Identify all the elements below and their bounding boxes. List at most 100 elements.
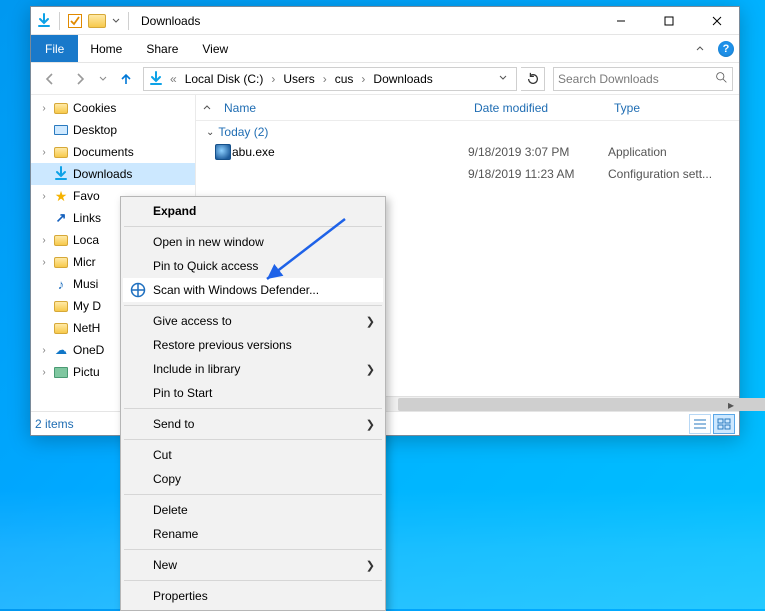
tree-item-label: Pictu [73,365,100,379]
column-date[interactable]: Date modified [468,101,608,115]
folder-icon [53,100,69,116]
sort-indicator-icon[interactable] [196,103,218,113]
tree-item-label: Documents [73,145,134,159]
ctx-pin-start[interactable]: Pin to Start [123,381,383,405]
ctx-delete[interactable]: Delete [123,498,383,522]
breadcrumb[interactable]: Users [281,72,316,86]
scroll-thumb[interactable] [398,398,765,411]
titlebar-folder-icon [88,12,106,30]
ctx-rename[interactable]: Rename [123,522,383,546]
maximize-button[interactable] [647,7,691,35]
quick-access-checkbox-icon[interactable] [66,12,84,30]
history-dropdown-button[interactable] [97,75,109,83]
collapse-icon[interactable]: ⌄ [206,127,214,138]
ctx-expand[interactable]: Expand [123,199,383,223]
ctx-copy[interactable]: Copy [123,467,383,491]
tree-item-desktop[interactable]: Desktop [31,119,195,141]
exe-icon [214,144,232,160]
expand-icon[interactable]: › [39,103,49,114]
address-dropdown-button[interactable] [494,72,512,86]
breadcrumb[interactable]: cus [333,72,356,86]
navigation-bar: « Local Disk (C:) › Users › cus › Downlo… [31,63,739,95]
file-row[interactable]: 9/18/2019 11:23 AM Configuration sett... [196,163,739,185]
context-menu: Expand Open in new window Pin to Quick a… [120,196,386,611]
ctx-send-to[interactable]: Send to❯ [123,412,383,436]
tree-item-documents[interactable]: › Documents [31,141,195,163]
quick-access-download-icon[interactable] [35,12,53,30]
expand-icon[interactable]: › [39,235,49,246]
column-label: Name [224,101,256,115]
tab-home[interactable]: Home [78,35,134,62]
titlebar: Downloads [31,7,739,35]
menu-separator [124,494,382,495]
ctx-label: Send to [153,417,194,431]
help-icon: ? [718,41,734,57]
expand-icon[interactable]: › [39,257,49,268]
picture-icon [53,364,69,380]
menu-separator [124,549,382,550]
address-bar[interactable]: « Local Disk (C:) › Users › cus › Downlo… [143,67,517,91]
expand-icon[interactable]: › [39,147,49,158]
quick-access-dropdown-icon[interactable] [110,12,122,30]
ctx-properties[interactable]: Properties [123,584,383,608]
search-icon[interactable] [715,71,728,87]
back-button[interactable] [37,66,63,92]
menu-separator [124,439,382,440]
search-input[interactable]: Search Downloads [553,67,733,91]
up-button[interactable] [113,66,139,92]
view-large-icons-button[interactable] [713,414,735,434]
help-button[interactable]: ? [713,35,739,62]
tab-home-label: Home [90,42,122,56]
folder-icon [53,320,69,336]
folder-icon [53,232,69,248]
desktop-icon [53,122,69,138]
ctx-give-access[interactable]: Give access to❯ [123,309,383,333]
column-type[interactable]: Type [608,101,739,115]
cloud-icon: ☁ [53,342,69,358]
scroll-right-button[interactable]: ▸ [723,397,739,412]
ribbon-collapse-button[interactable] [687,35,713,62]
tree-item-label: Loca [73,233,99,247]
ctx-include-library[interactable]: Include in library❯ [123,357,383,381]
ctx-label: Delete [153,503,188,517]
refresh-button[interactable] [521,67,545,91]
tree-item-cookies[interactable]: ›Cookies [31,97,195,119]
ctx-new[interactable]: New❯ [123,553,383,577]
view-details-button[interactable] [689,414,711,434]
item-count: 2 items [35,417,74,431]
tab-view[interactable]: View [190,35,240,62]
menu-separator [124,226,382,227]
ctx-scan-defender[interactable]: Scan with Windows Defender... [123,278,383,302]
tree-item-label: Desktop [73,123,117,137]
tab-share[interactable]: Share [134,35,190,62]
expand-icon[interactable]: › [39,191,49,202]
minimize-button[interactable] [599,7,643,35]
tree-item-label: Micr [73,255,96,269]
group-today[interactable]: ⌄ Today (2) [196,121,739,141]
breadcrumb[interactable]: Downloads [371,72,434,86]
column-name[interactable]: Name [218,101,468,115]
breadcrumb[interactable]: Local Disk (C:) [183,72,266,86]
folder-icon [53,254,69,270]
chevron-right-icon[interactable]: › [359,72,367,86]
forward-button[interactable] [67,66,93,92]
submenu-arrow-icon: ❯ [366,315,375,328]
ctx-open-new-window[interactable]: Open in new window [123,230,383,254]
chevron-right-icon[interactable]: › [321,72,329,86]
search-placeholder: Search Downloads [558,72,659,86]
column-label: Date modified [474,101,548,115]
ctx-cut[interactable]: Cut [123,443,383,467]
file-row[interactable]: abu.exe 9/18/2019 3:07 PM Application [196,141,739,163]
ribbon-tabs: File Home Share View ? [31,35,739,63]
tree-item-downloads[interactable]: Downloads [31,163,195,185]
chevron-left-doubleicon: « [168,72,179,86]
expand-icon[interactable]: › [39,345,49,356]
ctx-pin-quick-access[interactable]: Pin to Quick access [123,254,383,278]
close-button[interactable] [695,7,739,35]
tab-file[interactable]: File [31,35,78,62]
ctx-label: Cut [153,448,172,462]
ctx-label: Expand [153,204,196,218]
expand-icon[interactable]: › [39,367,49,378]
chevron-right-icon[interactable]: › [269,72,277,86]
ctx-restore-previous[interactable]: Restore previous versions [123,333,383,357]
